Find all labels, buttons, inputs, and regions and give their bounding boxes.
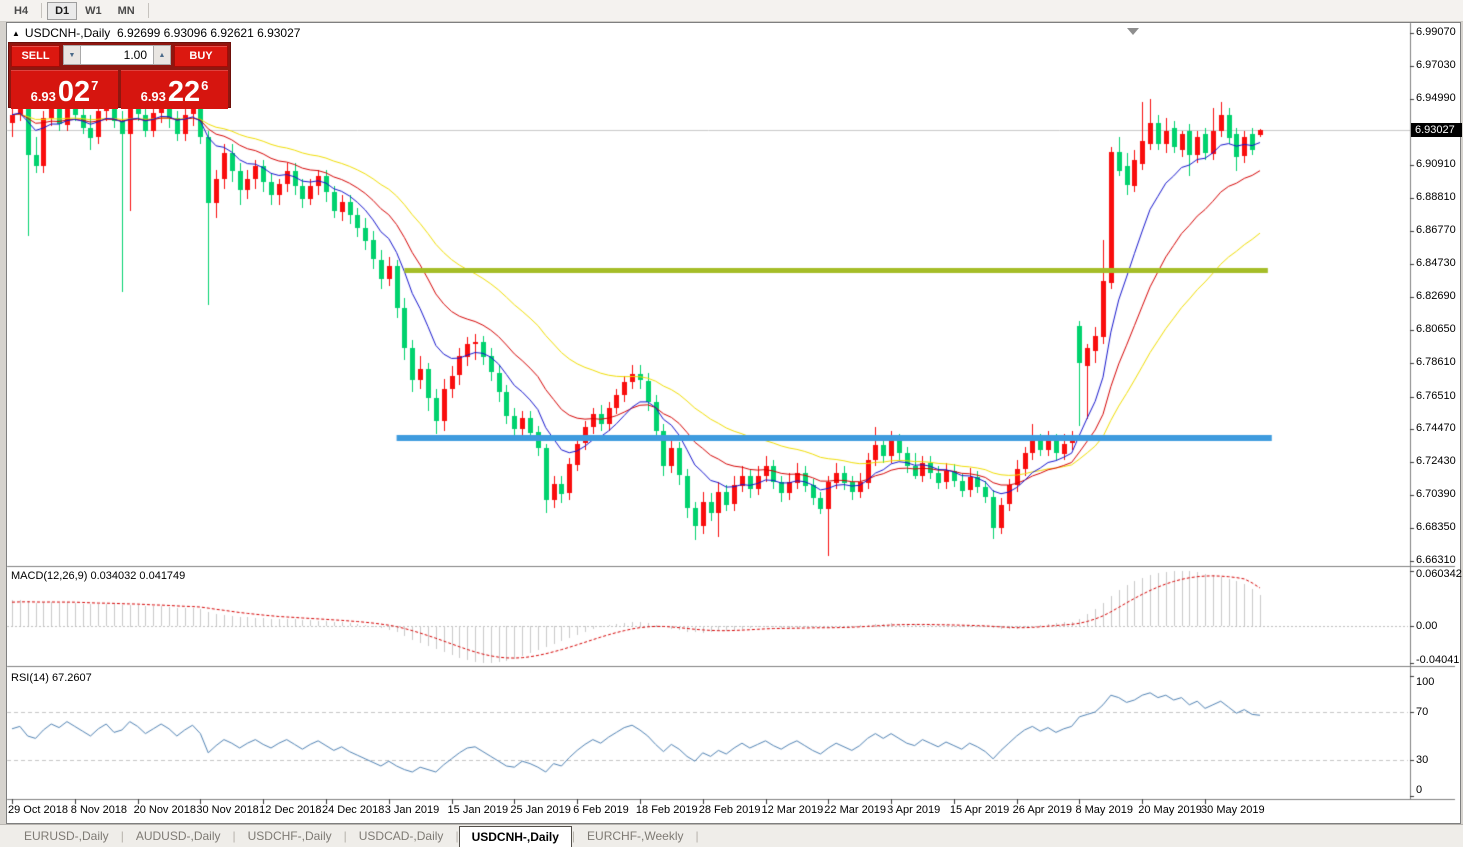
timeframe-mn-button[interactable]: MN [110,2,143,20]
macd-axis-zero: 0.00 [1416,620,1438,632]
date-axis-label: 8 May 2019 [1075,804,1133,816]
volume-down-button[interactable]: ▼ [63,45,81,65]
one-click-trade-panel: SELL ▼ 1.00 ▲ BUY 6.93 02 7 6.93 22 6 [8,42,231,109]
price-axis-label: 6.78610 [1416,355,1456,368]
bid-price-big: 02 [57,76,91,108]
date-axis-label: 20 May 2019 [1138,804,1202,816]
date-axis-label: 26 Apr 2019 [1012,804,1073,816]
rsi-axis-70: 70 [1416,706,1429,718]
chart-tab-usdchf[interactable]: USDCHF-,Daily [236,825,344,847]
ask-price-sup: 6 [201,78,209,93]
date-axis-label: 24 Dec 2018 [321,804,385,816]
price-axis-label: 6.82690 [1416,290,1456,302]
macd-indicator-label: MACD(12,26,9) 0.034032 0.041749 [11,570,186,582]
price-axis[interactable]: 6.93027 0.060342 0.00 -0.04041 100 70 30… [1411,23,1462,822]
price-axis-label: 6.74470 [1416,422,1456,435]
chart-tab-usdcad[interactable]: USDCAD-,Daily [347,825,456,847]
date-axis-label: 6 Feb 2019 [573,804,629,816]
bid-price-button[interactable]: 6.93 02 7 [11,70,118,109]
price-axis-label: 6.86770 [1416,224,1456,237]
timeframe-w1-button[interactable]: W1 [77,2,110,20]
tab-separator: | [695,829,699,843]
chart-ohlc-values: 6.92699 6.93096 6.92621 6.93027 [116,26,301,40]
volume-spinner: ▼ 1.00 ▲ [63,45,171,65]
sell-button[interactable]: SELL [11,45,60,67]
price-axis-label: 6.97030 [1416,58,1456,71]
price-axis-label: 6.94990 [1416,91,1456,104]
chart-tab-bar: EURUSD-,Daily | AUDUSD-,Daily | USDCHF-,Dail… [0,824,1463,847]
date-axis-label: 15 Jan 2019 [447,804,509,816]
price-axis-label: 6.76510 [1416,389,1456,402]
chart-canvas[interactable] [0,0,1463,847]
bid-price-sup: 7 [91,78,99,93]
date-axis-label: 29 Oct 2018 [8,804,68,816]
date-axis-label: 20 Nov 2018 [133,804,196,816]
current-price-label: 6.93027 [1411,123,1462,138]
ask-price-prefix: 6.93 [140,89,166,104]
macd-axis-max: 0.060342 [1416,568,1462,580]
ask-price-big: 22 [167,76,201,108]
chart-shift-icon[interactable] [1127,28,1139,35]
toolbar-separator [41,3,43,18]
timeframe-d1-button[interactable]: D1 [47,1,78,20]
chart-tab-audusd[interactable]: AUDUSD-,Daily [124,825,233,847]
chevron-up-icon: ▲ [158,51,166,59]
date-axis-label: 3 Apr 2019 [887,804,941,816]
chart-header: ▲ USDCNH-,Daily 6.92699 6.93096 6.92621 6… [12,26,300,40]
price-axis-label: 6.70390 [1416,488,1456,501]
ask-price-button[interactable]: 6.93 22 6 [121,70,228,109]
price-axis-label: 6.72430 [1416,455,1456,468]
chart-tab-usdcnh[interactable]: USDCNH-,Daily [458,826,572,847]
date-axis-label: 12 Mar 2019 [761,804,824,816]
rsi-axis-100: 100 [1416,676,1435,688]
chart-tab-eurchf[interactable]: EURCHF-,Weekly [575,825,695,847]
date-axis-label: 12 Dec 2018 [259,804,322,816]
chart-symbol-title: USDCNH-,Daily [24,26,111,40]
toolbar-separator [147,3,149,18]
date-axis-label: 30 Nov 2018 [196,804,259,816]
volume-input[interactable]: 1.00 [81,45,153,65]
chart-tab-eurusd[interactable]: EURUSD-,Daily [12,825,121,847]
bid-price-prefix: 6.93 [30,89,56,104]
price-axis-label: 6.88810 [1416,191,1456,204]
macd-axis-min: -0.04041 [1416,654,1460,666]
price-axis-label: 6.68350 [1416,521,1456,534]
collapse-panel-icon[interactable]: ▲ [12,29,20,38]
rsi-axis-30: 30 [1416,754,1429,766]
date-axis-label: 18 Feb 2019 [635,804,698,816]
price-axis-label: 6.66310 [1416,554,1456,566]
date-axis-label: 30 May 2019 [1201,804,1265,816]
date-axis-label: 28 Feb 2019 [698,804,761,816]
chevron-down-icon: ▼ [68,51,76,59]
rsi-axis-0: 0 [1416,784,1423,796]
date-axis[interactable]: 29 Oct 2018 8 Nov 2018 20 Nov 2018 30 Nov 2… [0,804,1405,826]
rsi-indicator-label: RSI(14) 67.2607 [11,672,92,684]
price-axis-label: 6.99070 [1416,26,1456,38]
date-axis-label: 3 Jan 2019 [384,804,440,816]
price-axis-label: 6.90910 [1416,157,1456,170]
buy-button[interactable]: BUY [174,45,228,67]
date-axis-label: 25 Jan 2019 [510,804,571,816]
timeframe-h4-button[interactable]: H4 [6,2,36,20]
date-axis-label: 15 Apr 2019 [949,804,1010,816]
date-axis-label: 8 Nov 2018 [70,804,128,816]
price-axis-label: 6.84730 [1416,257,1456,270]
date-axis-label: 22 Mar 2019 [824,804,887,816]
timeframe-toolbar: H4 D1 W1 MN [0,0,1463,22]
volume-up-button[interactable]: ▲ [153,45,171,65]
price-axis-label: 6.80650 [1416,322,1456,335]
